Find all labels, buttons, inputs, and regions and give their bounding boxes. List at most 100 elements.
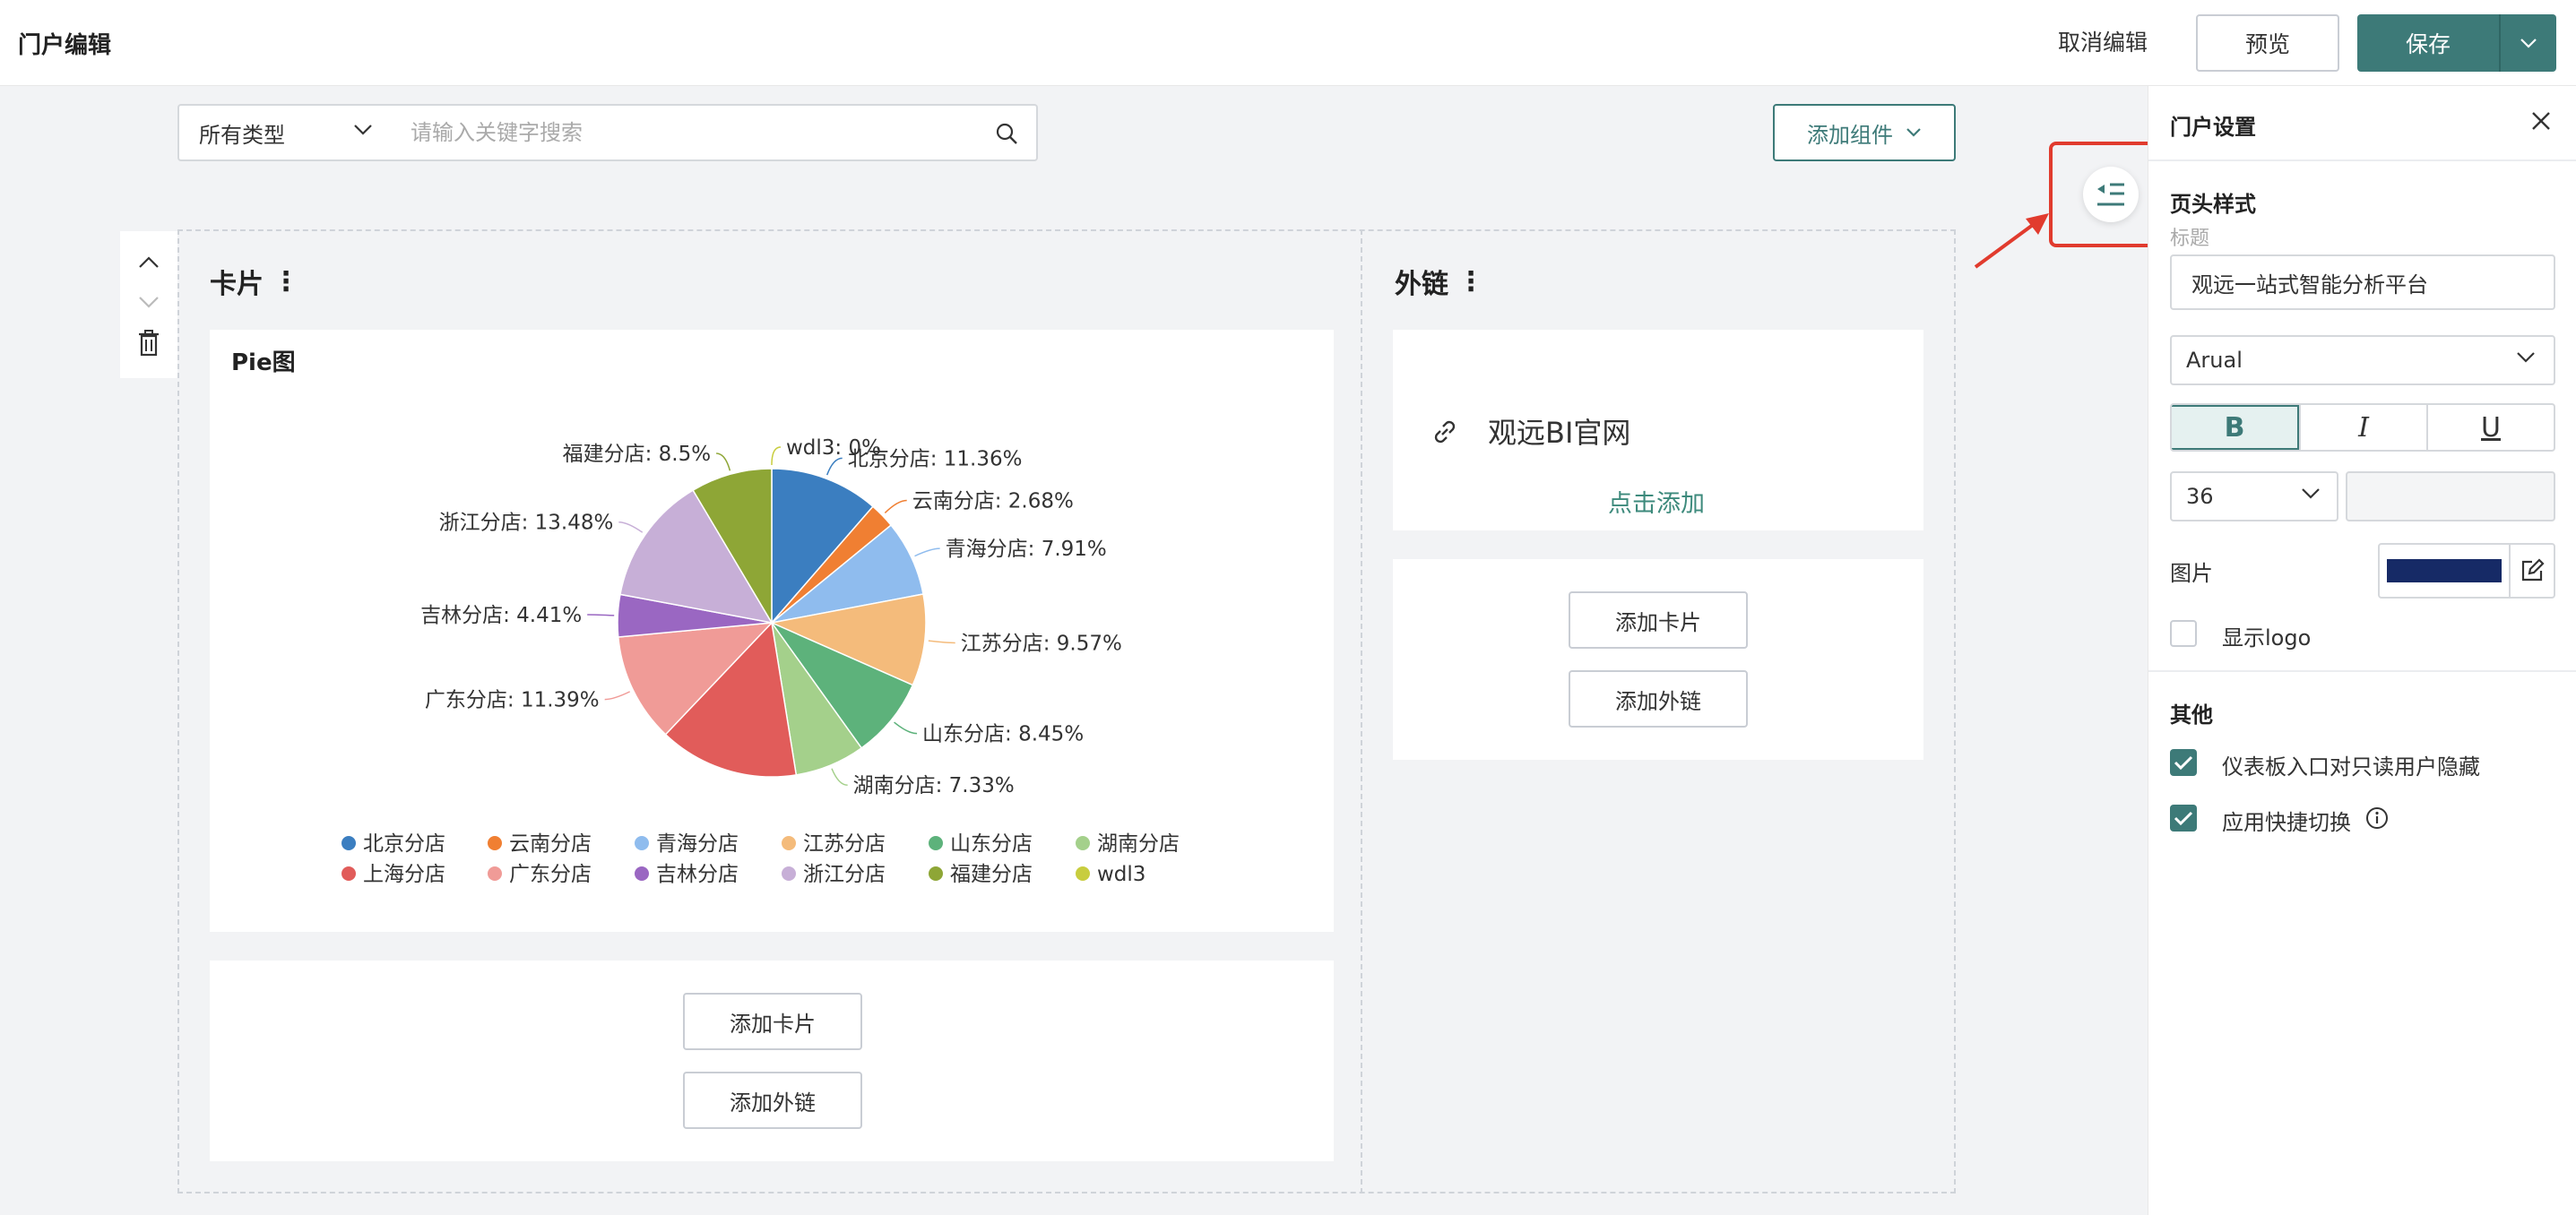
hide-dashboard-checkbox[interactable] [2170, 749, 2197, 776]
hide-dashboard-label: 仪表板入口对只读用户隐藏 [2222, 754, 2480, 780]
legend-marker[interactable] [635, 836, 649, 850]
check-icon [2174, 811, 2193, 826]
move-down-icon[interactable] [138, 296, 160, 310]
legend-item[interactable]: wdl3 [1097, 863, 1145, 886]
more-icon[interactable]: ⋮ [272, 266, 299, 297]
pie-label-leader [587, 614, 615, 616]
legend-marker[interactable] [1076, 836, 1090, 850]
legend-item[interactable]: 广东分店 [509, 863, 592, 886]
legend-marker[interactable] [929, 836, 943, 850]
trash-icon[interactable] [138, 330, 160, 357]
portal-settings-panel: 门户设置 页头样式 标题 观远一站式智能分析平台 Arual B I U 36 … [2148, 86, 2576, 1215]
legend-marker[interactable] [341, 866, 356, 881]
legend-item[interactable]: 北京分店 [363, 832, 445, 856]
chevron-down-icon [354, 125, 372, 135]
legend-marker[interactable] [488, 866, 502, 881]
add-card-button[interactable]: 添加卡片 [1569, 591, 1748, 649]
add-card-button[interactable]: 添加卡片 [683, 993, 862, 1050]
pie-label-leader [884, 499, 907, 514]
pie-chart: 北京分店: 11.36%云南分店: 2.68%青海分店: 7.91%江苏分店: … [341, 436, 1180, 886]
pie-data-label: 青海分店: 7.91% [946, 538, 1107, 561]
cards-title-text: 卡片 [210, 269, 264, 300]
show-logo-label: 显示logo [2222, 625, 2312, 651]
save-button[interactable]: 保存 [2357, 14, 2499, 72]
image-picker [2378, 543, 2555, 599]
cancel-edit-button[interactable]: 取消编辑 [2058, 25, 2148, 57]
pie-data-label: 江苏分店: 9.57% [961, 632, 1122, 655]
legend-marker[interactable] [782, 866, 796, 881]
legend-item[interactable]: 湖南分店 [1097, 832, 1180, 856]
show-logo-checkbox[interactable] [2170, 620, 2197, 647]
pie-data-label: 山东分店: 8.45% [922, 723, 1084, 746]
legend-item[interactable]: 云南分店 [509, 832, 592, 856]
pie-label-leader [604, 691, 631, 701]
legend-marker[interactable] [1076, 866, 1090, 881]
other-heading: 其他 [2170, 702, 2213, 728]
legend-marker[interactable] [488, 836, 502, 850]
legend-item[interactable]: 浙江分店 [803, 863, 886, 886]
info-icon[interactable] [2365, 806, 2389, 830]
link-add-button[interactable]: 点击添加 [1608, 484, 1705, 519]
add-component-label: 添加组件 [1807, 122, 1893, 148]
pie-label-leader [928, 640, 955, 644]
font-size-value: 36 [2186, 484, 2214, 509]
legend-marker[interactable] [782, 836, 796, 850]
italic-button[interactable]: I [2299, 405, 2426, 450]
image-label: 图片 [2170, 561, 2213, 586]
header-image-thumbnail [2387, 559, 2502, 582]
pie-label-leader [831, 768, 848, 786]
check-icon [2174, 755, 2193, 771]
legend-item[interactable]: 吉林分店 [656, 863, 739, 886]
chevron-down-icon [1906, 128, 1921, 137]
legend-item[interactable]: 江苏分店 [803, 832, 886, 856]
quick-switch-label: 应用快捷切换 [2222, 810, 2351, 835]
type-filter-select[interactable]: 所有类型 [177, 104, 393, 161]
link-title[interactable]: 观远BI官网 [1488, 410, 1630, 452]
pie-data-label: 广东分店: 11.39% [425, 689, 600, 712]
header-style-heading: 页头样式 [2170, 192, 2256, 217]
pie-data-label: 福建分店: 8.5% [563, 443, 712, 466]
move-up-icon[interactable] [138, 254, 160, 269]
save-dropdown-button[interactable] [2501, 14, 2556, 72]
chevron-down-icon [2520, 39, 2537, 48]
legend-item[interactable]: 上海分店 [363, 863, 445, 886]
close-icon[interactable] [2531, 111, 2551, 131]
pie-label-leader [771, 446, 782, 466]
title-label: 标题 [2170, 228, 2210, 250]
search-icon[interactable] [995, 122, 1018, 145]
title-input[interactable]: 观远一站式智能分析平台 [2170, 254, 2555, 310]
pie-chart-card: Pie图 北京分店: 11.36% 云南分店: 2.68% 青海分店: 7.91% 江… [210, 330, 1334, 932]
legend-marker[interactable] [341, 836, 356, 850]
cards-section-title: 卡片 ⋮ [210, 262, 299, 301]
search-box [391, 104, 1038, 161]
more-icon[interactable]: ⋮ [1457, 266, 1484, 297]
quick-switch-checkbox[interactable] [2170, 805, 2197, 832]
legend-marker[interactable] [635, 866, 649, 881]
underline-button[interactable]: U [2426, 405, 2554, 450]
legend-marker[interactable] [929, 866, 943, 881]
add-link-button[interactable]: 添加外链 [683, 1072, 862, 1129]
legend-item[interactable]: 山东分店 [950, 832, 1033, 856]
panel-divider [2148, 670, 2576, 672]
font-size-select[interactable]: 36 [2170, 471, 2338, 521]
row-tools [120, 231, 177, 378]
preview-button[interactable]: 预览 [2196, 14, 2339, 72]
legend-item[interactable]: 福建分店 [950, 863, 1033, 886]
edit-icon [2521, 558, 2545, 582]
pie-data-label: 湖南分店: 7.33% [853, 774, 1015, 797]
font-color-picker[interactable] [2346, 471, 2555, 521]
column-divider [1361, 229, 1362, 1193]
page-title: 门户编辑 [18, 32, 112, 59]
pie-label-leader [618, 521, 644, 533]
pie-data-label: 云南分店: 2.68% [912, 490, 1074, 513]
add-link-button[interactable]: 添加外链 [1569, 670, 1748, 728]
pie-data-label: wdl3: 0% [786, 436, 881, 460]
search-input[interactable] [391, 106, 929, 159]
annotation-arrow-icon [1974, 213, 2049, 269]
legend-item[interactable]: 青海分店 [656, 832, 739, 856]
font-select[interactable]: Arual [2170, 335, 2555, 385]
panel-divider [2148, 159, 2576, 161]
bold-button[interactable]: B [2172, 405, 2299, 450]
edit-image-button[interactable] [2509, 545, 2554, 597]
add-component-button[interactable]: 添加组件 [1773, 104, 1956, 161]
